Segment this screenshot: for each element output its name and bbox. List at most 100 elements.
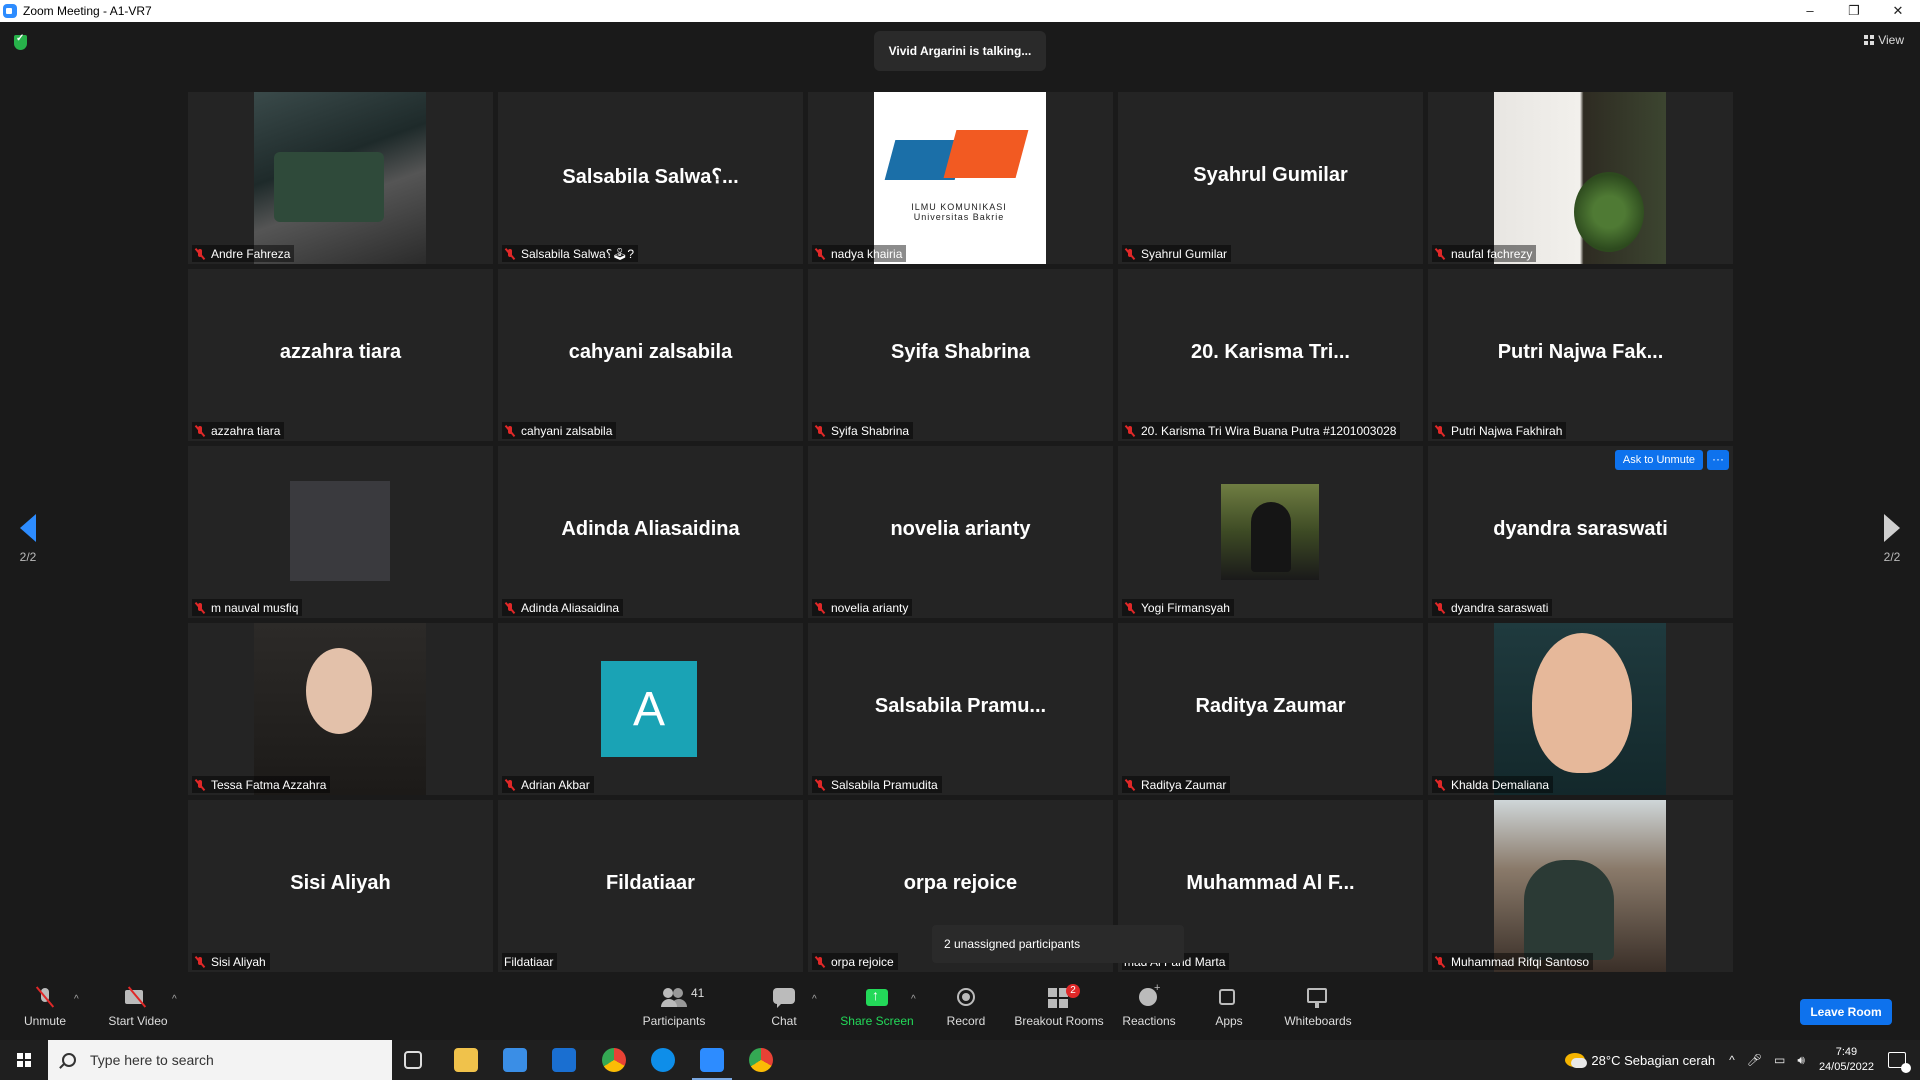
participant-name: naufal fachrezy: [1451, 246, 1533, 261]
clock-time: 7:49: [1835, 1046, 1858, 1058]
participant-tile[interactable]: Yogi Firmansyah: [1118, 446, 1423, 618]
previous-page-button[interactable]: 2/2: [8, 514, 48, 564]
close-button[interactable]: ✕: [1876, 0, 1920, 22]
participant-name-label: orpa rejoice: [812, 953, 898, 970]
participant-tile[interactable]: Ask to Unmute ··· dyandra saraswati dyan…: [1428, 446, 1733, 618]
mail-icon[interactable]: [552, 1048, 576, 1072]
video-options-caret[interactable]: ^: [172, 994, 177, 1005]
reactions-button[interactable]: Reactions: [1104, 982, 1194, 1028]
participant-display-name: Syifa Shabrina: [891, 341, 1030, 363]
participant-video: [290, 481, 390, 581]
participant-tile[interactable]: Tessa Fatma Azzahra: [188, 623, 493, 795]
mic-muted-icon: [814, 779, 826, 791]
unmute-label: Unmute: [23, 1014, 67, 1028]
participant-name-label: naufal fachrezy: [1432, 245, 1537, 262]
participant-name-label: Tessa Fatma Azzahra: [192, 776, 331, 793]
apps-button[interactable]: Apps: [1184, 986, 1274, 1028]
record-icon: [955, 986, 977, 1010]
share-options-caret[interactable]: ^: [911, 994, 916, 1005]
minimize-button[interactable]: –: [1788, 0, 1832, 22]
participant-tile[interactable]: Adinda Aliasaidina Adinda Aliasaidina: [498, 446, 803, 618]
leave-room-button[interactable]: Leave Room: [1800, 999, 1892, 1025]
breakout-badge: 2: [1066, 984, 1080, 998]
network-icon[interactable]: ▭: [1774, 1053, 1785, 1067]
participant-tile[interactable]: m nauval musfiq: [188, 446, 493, 618]
participants-icon: 41: [661, 986, 704, 1010]
mic-muted-icon: [1434, 248, 1446, 260]
participant-tile[interactable]: ILMU KOMUNIKASI Universitas Bakrie nadya…: [808, 92, 1113, 264]
share-screen-icon: [866, 986, 888, 1010]
store-icon[interactable]: [503, 1048, 527, 1072]
participants-button[interactable]: 41 Participants: [629, 986, 719, 1028]
participant-display-name: Salsabila Salwa؟...: [562, 166, 739, 188]
chrome-alt-icon[interactable]: [749, 1048, 773, 1072]
taskbar-search[interactable]: Type here to search: [48, 1040, 392, 1080]
participant-video: [1494, 800, 1666, 972]
more-options-button[interactable]: ···: [1707, 450, 1729, 470]
start-video-button[interactable]: Start Video: [93, 986, 183, 1028]
mic-muted-icon: [814, 248, 826, 260]
chrome-icon[interactable]: [602, 1048, 626, 1072]
participant-tile[interactable]: Salsabila Pramu... Salsabila Pramudita: [808, 623, 1113, 795]
clock[interactable]: 7:49 24/05/2022: [1819, 1045, 1874, 1075]
participant-name-label: azzahra tiara: [192, 422, 285, 439]
security-shield-icon[interactable]: [14, 33, 27, 50]
participant-tile[interactable]: Salsabila Salwa؟... Salsabila Salwa؟🕹?: [498, 92, 803, 264]
file-explorer-icon[interactable]: [454, 1048, 478, 1072]
participant-tile[interactable]: 20. Karisma Tri... 20. Karisma Tri Wira …: [1118, 269, 1423, 441]
mic-muted-icon: [814, 425, 826, 437]
weather-text[interactable]: 28°C Sebagian cerah: [1591, 1053, 1715, 1068]
tray-overflow-caret[interactable]: ^: [1729, 1053, 1735, 1067]
next-page-button[interactable]: 2/2: [1872, 514, 1912, 564]
participant-tile[interactable]: Fildatiaar Fildatiaar: [498, 800, 803, 972]
participant-tile[interactable]: novelia arianty novelia arianty: [808, 446, 1113, 618]
share-screen-button[interactable]: Share Screen: [832, 986, 922, 1028]
participant-tile[interactable]: Andre Fahreza: [188, 92, 493, 264]
teamviewer-icon[interactable]: [651, 1048, 675, 1072]
windows-start-icon[interactable]: [0, 1040, 48, 1080]
unassigned-participants-tooltip[interactable]: 2 unassigned participants: [932, 925, 1184, 963]
notification-icon[interactable]: [1888, 1052, 1911, 1073]
participant-name: dyandra saraswati: [1451, 600, 1549, 615]
participant-name-label: Salsabila Salwa؟🕹?: [502, 245, 639, 262]
whiteboards-button[interactable]: Whiteboards: [1273, 986, 1363, 1028]
participant-display-name: Putri Najwa Fak...: [1497, 341, 1664, 363]
participant-name-label: nadya khairia: [812, 245, 907, 262]
view-button[interactable]: View: [1864, 33, 1904, 47]
task-view-icon[interactable]: [404, 1051, 422, 1069]
breakout-rooms-button[interactable]: 2 Breakout Rooms: [1014, 984, 1104, 1028]
participant-tile[interactable]: A Adrian Akbar: [498, 623, 803, 795]
chat-options-caret[interactable]: ^: [812, 994, 817, 1005]
participants-label: Participants: [642, 1014, 706, 1028]
participant-tile[interactable]: naufal fachrezy: [1428, 92, 1733, 264]
audio-options-caret[interactable]: ^: [74, 994, 79, 1005]
apps-label: Apps: [1215, 1014, 1243, 1028]
ask-to-unmute-button[interactable]: Ask to Unmute: [1614, 450, 1703, 470]
unmute-button[interactable]: Unmute: [0, 986, 90, 1028]
record-button[interactable]: Record: [921, 986, 1011, 1028]
restore-button[interactable]: ❐: [1832, 0, 1876, 22]
participant-tile[interactable]: Syahrul Gumilar Syahrul Gumilar: [1118, 92, 1423, 264]
weather-icon[interactable]: [1565, 1053, 1588, 1068]
participant-tile[interactable]: Putri Najwa Fak... Putri Najwa Fakhirah: [1428, 269, 1733, 441]
whiteboard-icon: [1307, 986, 1329, 1010]
participant-tile[interactable]: Raditya Zaumar Raditya Zaumar: [1118, 623, 1423, 795]
zoom-icon[interactable]: [692, 1048, 732, 1080]
participant-tile[interactable]: Syifa Shabrina Syifa Shabrina: [808, 269, 1113, 441]
chat-icon: [773, 986, 795, 1010]
mic-muted-icon: [504, 779, 516, 791]
participant-tile[interactable]: cahyani zalsabila cahyani zalsabila: [498, 269, 803, 441]
volume-icon[interactable]: 🔊︎: [1797, 1053, 1805, 1068]
participant-name-label: Raditya Zaumar: [1122, 776, 1231, 793]
mic-muted-icon: [814, 956, 826, 968]
participant-tile[interactable]: azzahra tiara azzahra tiara: [188, 269, 493, 441]
participant-name: Tessa Fatma Azzahra: [211, 777, 327, 792]
chat-button[interactable]: Chat: [739, 986, 829, 1028]
participant-name-label: Putri Najwa Fakhirah: [1432, 422, 1567, 439]
participant-tile[interactable]: Muhammad Rifqi Santoso: [1428, 800, 1733, 972]
mic-muted-icon: [814, 602, 826, 614]
participant-tile[interactable]: Khalda Demaliana: [1428, 623, 1733, 795]
microphone-icon[interactable]: 🎤︎: [1747, 1053, 1762, 1067]
participant-name-label: Syifa Shabrina: [812, 422, 914, 439]
participant-tile[interactable]: Sisi Aliyah Sisi Aliyah: [188, 800, 493, 972]
